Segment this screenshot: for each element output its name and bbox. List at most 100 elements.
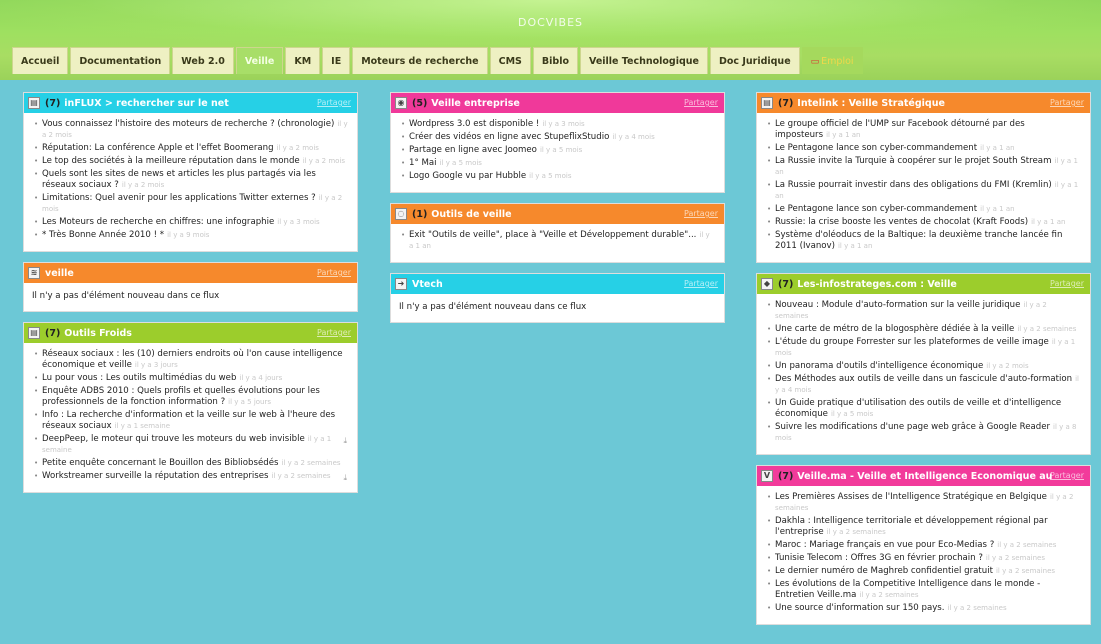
widget-title[interactable]: Veille entreprise	[431, 98, 520, 109]
item-age: il y a 1 an	[980, 205, 1015, 213]
feed-item-link[interactable]: Suivre les modifications d'une page web …	[775, 422, 1050, 432]
download-icon[interactable]: ⤓	[343, 435, 347, 446]
item-age: il y a 9 mois	[167, 231, 210, 239]
feed-item-link[interactable]: Vous connaissez l'histoire des moteurs d…	[42, 119, 334, 129]
feed-item-link[interactable]: Enquête ADBS 2010 : Quels profils et que…	[42, 386, 320, 407]
tab-accueil[interactable]: Accueil	[12, 47, 69, 74]
list-item: Russie: la crise booste les ventes de ch…	[765, 217, 1082, 228]
feed-item-link[interactable]: Workstreamer surveille la réputation des…	[42, 471, 269, 481]
v-logo-icon: V	[761, 470, 773, 482]
widget-title[interactable]: inFLUX > rechercher sur le net	[64, 98, 228, 109]
item-age: il y a 2 semaines	[997, 541, 1057, 549]
list-item: Les évolutions de la Competitive Intelli…	[765, 579, 1082, 601]
item-age: il y a 2 semaines	[281, 459, 341, 467]
widget-title[interactable]: Veille.ma - Veille et Intelligence Econo…	[797, 471, 1052, 482]
share-link[interactable]: Partager	[317, 268, 351, 277]
feed-item-link[interactable]: Lu pour vous : Les outils multimédias du…	[42, 373, 236, 383]
feed-item-link[interactable]: La Russie invite la Turquie à coopérer s…	[775, 156, 1051, 166]
tab-cms[interactable]: CMS	[489, 47, 531, 74]
list-item: Enquête ADBS 2010 : Quels profils et que…	[32, 386, 349, 408]
feed-item-link[interactable]: Russie: la crise booste les ventes de ch…	[775, 217, 1028, 227]
widget-title[interactable]: veille	[45, 268, 74, 279]
feed-item-link[interactable]: Système d'oléoducs de la Baltique: la de…	[775, 230, 1062, 251]
feed-item-link[interactable]: Des Méthodes aux outils de veille dans u…	[775, 374, 1072, 384]
widget-title[interactable]: Outils Froids	[64, 328, 132, 339]
feed-item-link[interactable]: La Russie pourrait investir dans des obl…	[775, 180, 1052, 190]
tab-ie[interactable]: IE	[322, 47, 351, 74]
item-count: (7)	[45, 97, 61, 109]
share-link[interactable]: Partager	[684, 98, 718, 107]
widget-body: Réseaux sociaux : les (10) derniers endr…	[24, 343, 357, 492]
tab-biblo[interactable]: Biblo	[532, 47, 578, 74]
feed-item-link[interactable]: Maroc : Mariage français en vue pour Eco…	[775, 540, 994, 550]
item-count: (5)	[412, 97, 428, 109]
tab-moteurs-de-recherche[interactable]: Moteurs de recherche	[352, 47, 488, 74]
feed-item-link[interactable]: 1° Mai	[409, 158, 437, 168]
widget-title[interactable]: Outils de veille	[431, 209, 511, 220]
list-item: DeepPeep, le moteur qui trouve les moteu…	[32, 434, 349, 456]
widget-title[interactable]: Vtech	[412, 279, 443, 290]
feed-item-link[interactable]: Partage en ligne avec Joomeo	[409, 145, 537, 155]
item-age: il y a 4 mois	[612, 133, 655, 141]
share-link[interactable]: Partager	[684, 279, 718, 288]
widget-header: ▤ (7) inFLUX > rechercher sur le net Partag…	[24, 93, 357, 113]
share-link[interactable]: Partager	[1050, 471, 1084, 480]
share-link[interactable]: Partager	[1050, 279, 1084, 288]
globe-icon: ◉	[395, 97, 407, 109]
feed-item-link[interactable]: Un Guide pratique d'utilisation des outi…	[775, 398, 1061, 419]
feed-item-link[interactable]: Réseaux sociaux : les (10) derniers endr…	[42, 349, 343, 370]
download-icon[interactable]: ⤓	[343, 472, 347, 483]
item-age: il y a 1 an	[826, 131, 861, 139]
feed-item-link[interactable]: Le Pentagone lance son cyber-commandemen…	[775, 204, 977, 214]
tab-veille-technologique[interactable]: Veille Technologique	[579, 47, 708, 74]
feed-item-link[interactable]: Tunisie Telecom : Offres 3G en février p…	[775, 553, 983, 563]
widget: ➜ Vtech Partager Il n'y a pas d'élément nou…	[390, 273, 725, 323]
feed-item-link[interactable]: Réputation: La conférence Apple et l'eff…	[42, 143, 274, 153]
widget-body: Exit "Outils de veille", place à "Veille…	[391, 224, 724, 262]
share-link[interactable]: Partager	[317, 328, 351, 337]
feed-item-link[interactable]: Une carte de métro de la blogosphère déd…	[775, 324, 1014, 334]
feed-list: Les Premières Assises de l'Intelligence …	[765, 492, 1082, 614]
list-item: Exit "Outils de veille", place à "Veille…	[399, 230, 716, 252]
widget-title[interactable]: Intelink : Veille Stratégique	[797, 98, 945, 109]
feed-item-link[interactable]: Quels sont les sites de news et articles…	[42, 169, 316, 190]
tab-veille[interactable]: Veille	[235, 47, 284, 74]
list-item: Système d'oléoducs de la Baltique: la de…	[765, 230, 1082, 252]
column-3: ▤ (7) Intelink : Veille Stratégique Partage…	[756, 92, 1091, 635]
share-link[interactable]: Partager	[684, 209, 718, 218]
tab-km[interactable]: KM	[285, 47, 321, 74]
feed-item-link[interactable]: Les Premières Assises de l'Intelligence …	[775, 492, 1047, 502]
feed-item-link[interactable]: Wordpress 3.0 est disponible !	[409, 119, 539, 129]
feed-item-link[interactable]: * Très Bonne Année 2010 ! *	[42, 230, 164, 240]
feed-item-link[interactable]: Le groupe officiel de l'UMP sur Facebook…	[775, 119, 1025, 140]
tab-documentation[interactable]: Documentation	[70, 47, 171, 74]
tab-doc-juridique[interactable]: Doc Juridique	[709, 47, 800, 74]
briefcase-icon: ▭	[810, 57, 820, 67]
widget-title[interactable]: Les-infostrateges.com : Veille	[797, 279, 957, 290]
feed-item-link[interactable]: Limitations: Quel avenir pour les applic…	[42, 193, 316, 203]
feed-item-link[interactable]: Petite enquête concernant le Bouillon de…	[42, 458, 278, 468]
column-2: ◉ (5)Veille entreprise Partager Wordpress 3…	[390, 92, 725, 333]
tab-web20[interactable]: Web 2.0	[172, 47, 234, 74]
widget-body: Nouveau : Module d'auto-formation sur la…	[757, 294, 1090, 454]
share-link[interactable]: Partager	[317, 98, 351, 107]
feed-item-link[interactable]: Le Pentagone lance son cyber-commandemen…	[775, 143, 977, 153]
tab-emploi[interactable]: ▭ Emploi	[801, 47, 863, 74]
share-link[interactable]: Partager	[1050, 98, 1084, 107]
feed-item-link[interactable]: Exit "Outils de veille", place à "Veille…	[409, 230, 696, 240]
feed-item-link[interactable]: Le dernier numéro de Maghreb confidentie…	[775, 566, 993, 576]
feed-item-link[interactable]: Une source d'information sur 150 pays.	[775, 603, 945, 613]
list-item: La Russie invite la Turquie à coopérer s…	[765, 156, 1082, 178]
item-age: il y a 1 semaine	[114, 422, 171, 430]
feed-item-link[interactable]: Nouveau : Module d'auto-formation sur la…	[775, 300, 1020, 310]
feed-item-link[interactable]: L'étude du groupe Forrester sur les plat…	[775, 337, 1049, 347]
feed-item-link[interactable]: Un panorama d'outils d'intelligence écon…	[775, 361, 983, 371]
feed-item-link[interactable]: Dakhla : Intelligence territoriale et dé…	[775, 516, 1048, 537]
feed-item-link[interactable]: DeepPeep, le moteur qui trouve les moteu…	[42, 434, 305, 444]
feed-item-link[interactable]: Le top des sociétés à la meilleure réput…	[42, 156, 300, 166]
feed-item-link[interactable]: Les Moteurs de recherche en chiffres: un…	[42, 217, 274, 227]
item-age: il y a 3 mois	[542, 120, 585, 128]
feed-item-link[interactable]: Info : La recherche d'information et la …	[42, 410, 335, 431]
feed-item-link[interactable]: Créer des vidéos en ligne avec Stupeflix…	[409, 132, 609, 142]
feed-item-link[interactable]: Logo Google vu par Hubble	[409, 171, 526, 181]
